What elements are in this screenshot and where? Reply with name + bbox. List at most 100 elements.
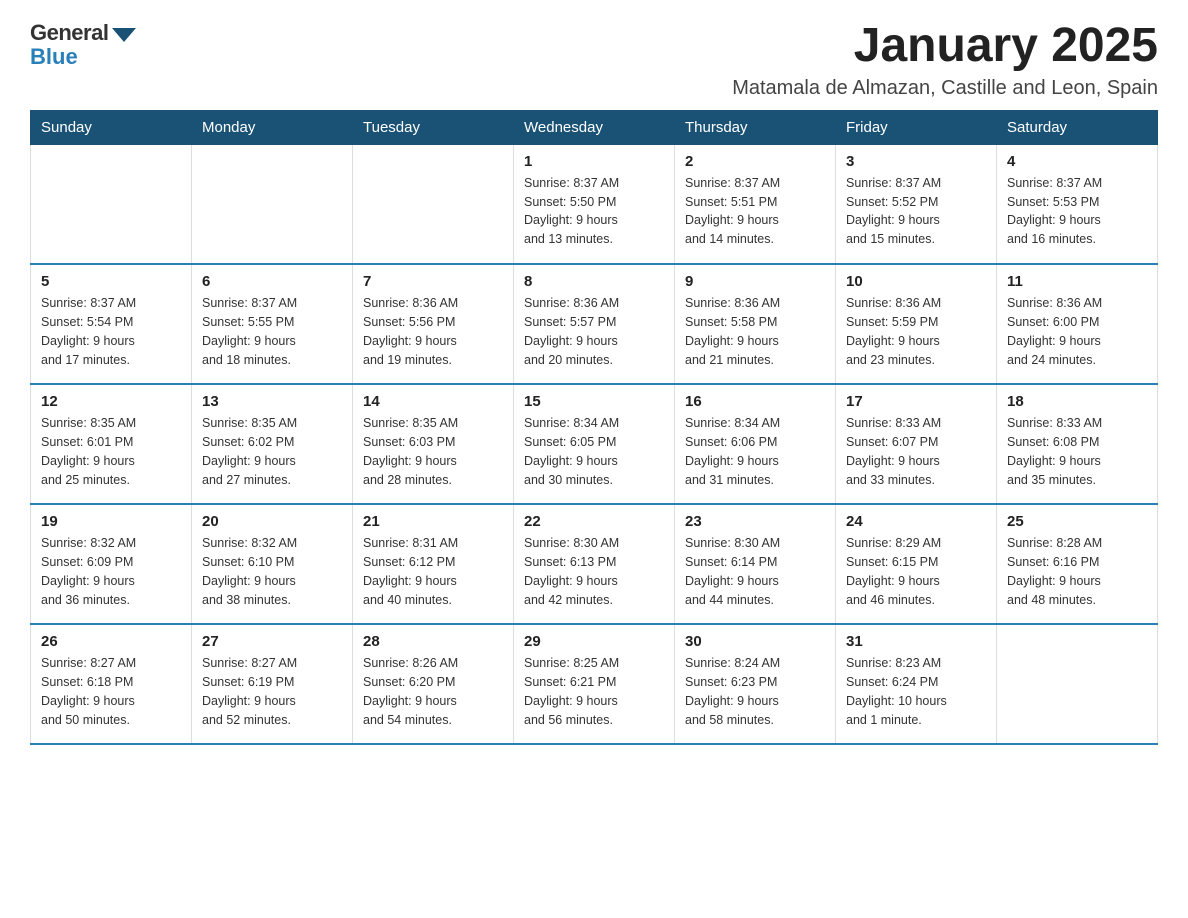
day-info: Sunrise: 8:36 AMSunset: 5:59 PMDaylight:… (846, 294, 986, 369)
day-info: Sunrise: 8:37 AMSunset: 5:52 PMDaylight:… (846, 174, 986, 249)
day-info: Sunrise: 8:34 AMSunset: 6:06 PMDaylight:… (685, 414, 825, 489)
calendar-cell: 21 Sunrise: 8:31 AMSunset: 6:12 PMDayligh… (353, 504, 514, 624)
day-number: 28 (363, 633, 503, 650)
logo-top: General (30, 20, 136, 46)
day-number: 27 (202, 633, 342, 650)
day-number: 1 (524, 153, 664, 170)
calendar-cell: 30 Sunrise: 8:24 AMSunset: 6:23 PMDayligh… (675, 624, 836, 744)
calendar-cell: 25Sunrise: 8:28 AMSunset: 6:16 PMDayligh… (997, 504, 1158, 624)
calendar-cell (192, 144, 353, 264)
weekday-header-row: SundayMondayTuesdayWednesdayThursdayFrid… (31, 110, 1158, 144)
day-number: 8 (524, 273, 664, 290)
day-number: 22 (524, 513, 664, 530)
calendar-cell: 18Sunrise: 8:33 AMSunset: 6:08 PMDayligh… (997, 384, 1158, 504)
calendar-week-row: 1Sunrise: 8:37 AMSunset: 5:50 PMDaylight… (31, 144, 1158, 264)
day-number: 9 (685, 273, 825, 290)
day-info: Sunrise: 8:37 AMSunset: 5:54 PMDaylight:… (41, 294, 181, 369)
weekday-header-thursday: Thursday (675, 110, 836, 144)
day-info: Sunrise: 8:34 AMSunset: 6:05 PMDaylight:… (524, 414, 664, 489)
day-number: 6 (202, 273, 342, 290)
calendar-cell (353, 144, 514, 264)
calendar-cell: 19 Sunrise: 8:32 AMSunset: 6:09 PMDayligh… (31, 504, 192, 624)
day-info: Sunrise: 8:36 AMSunset: 6:00 PMDaylight:… (1007, 294, 1147, 369)
day-number: 31 (846, 633, 986, 650)
calendar-cell: 3 Sunrise: 8:37 AMSunset: 5:52 PMDaylight… (836, 144, 997, 264)
day-number: 15 (524, 393, 664, 410)
day-info: Sunrise: 8:35 AMSunset: 6:01 PMDaylight:… (41, 414, 181, 489)
calendar-week-row: 5 Sunrise: 8:37 AMSunset: 5:54 PMDaylight… (31, 264, 1158, 384)
day-number: 21 (363, 513, 503, 530)
calendar-cell (997, 624, 1158, 744)
day-info: Sunrise: 8:31 AMSunset: 6:12 PMDaylight:… (363, 534, 503, 609)
day-info: Sunrise: 8:35 AMSunset: 6:03 PMDaylight:… (363, 414, 503, 489)
calendar-cell: 28Sunrise: 8:26 AMSunset: 6:20 PMDayligh… (353, 624, 514, 744)
weekday-header-friday: Friday (836, 110, 997, 144)
calendar-cell: 8 Sunrise: 8:36 AMSunset: 5:57 PMDaylight… (514, 264, 675, 384)
calendar-cell: 11 Sunrise: 8:36 AMSunset: 6:00 PMDayligh… (997, 264, 1158, 384)
day-info: Sunrise: 8:32 AMSunset: 6:10 PMDaylight:… (202, 534, 342, 609)
calendar-cell: 2 Sunrise: 8:37 AMSunset: 5:51 PMDaylight… (675, 144, 836, 264)
calendar-cell: 16 Sunrise: 8:34 AMSunset: 6:06 PMDayligh… (675, 384, 836, 504)
day-info: Sunrise: 8:36 AMSunset: 5:57 PMDaylight:… (524, 294, 664, 369)
day-number: 20 (202, 513, 342, 530)
day-info: Sunrise: 8:23 AMSunset: 6:24 PMDaylight:… (846, 654, 986, 729)
day-number: 3 (846, 153, 986, 170)
day-number: 7 (363, 273, 503, 290)
calendar-cell: 13Sunrise: 8:35 AMSunset: 6:02 PMDayligh… (192, 384, 353, 504)
day-info: Sunrise: 8:27 AMSunset: 6:19 PMDaylight:… (202, 654, 342, 729)
calendar-week-row: 19 Sunrise: 8:32 AMSunset: 6:09 PMDayligh… (31, 504, 1158, 624)
logo-blue-text: Blue (30, 44, 78, 70)
calendar-cell: 26 Sunrise: 8:27 AMSunset: 6:18 PMDayligh… (31, 624, 192, 744)
calendar-cell: 12 Sunrise: 8:35 AMSunset: 6:01 PMDayligh… (31, 384, 192, 504)
day-info: Sunrise: 8:29 AMSunset: 6:15 PMDaylight:… (846, 534, 986, 609)
day-number: 17 (846, 393, 986, 410)
day-info: Sunrise: 8:36 AMSunset: 5:58 PMDaylight:… (685, 294, 825, 369)
logo-general-text: General (30, 20, 108, 46)
day-info: Sunrise: 8:24 AMSunset: 6:23 PMDaylight:… (685, 654, 825, 729)
day-number: 11 (1007, 273, 1147, 290)
day-number: 14 (363, 393, 503, 410)
calendar-cell: 22 Sunrise: 8:30 AMSunset: 6:13 PMDayligh… (514, 504, 675, 624)
day-number: 18 (1007, 393, 1147, 410)
title-area: January 2025 Matamala de Almazan, Castil… (732, 20, 1158, 100)
day-info: Sunrise: 8:27 AMSunset: 6:18 PMDaylight:… (41, 654, 181, 729)
location-subtitle: Matamala de Almazan, Castille and Leon, … (732, 77, 1158, 100)
day-number: 4 (1007, 153, 1147, 170)
day-info: Sunrise: 8:28 AMSunset: 6:16 PMDaylight:… (1007, 534, 1147, 609)
calendar-week-row: 12 Sunrise: 8:35 AMSunset: 6:01 PMDayligh… (31, 384, 1158, 504)
day-number: 19 (41, 513, 181, 530)
calendar-cell: 7 Sunrise: 8:36 AMSunset: 5:56 PMDaylight… (353, 264, 514, 384)
calendar-cell: 10Sunrise: 8:36 AMSunset: 5:59 PMDayligh… (836, 264, 997, 384)
day-info: Sunrise: 8:30 AMSunset: 6:13 PMDaylight:… (524, 534, 664, 609)
calendar-table: SundayMondayTuesdayWednesdayThursdayFrid… (30, 110, 1158, 746)
calendar-cell: 4 Sunrise: 8:37 AMSunset: 5:53 PMDaylight… (997, 144, 1158, 264)
weekday-header-sunday: Sunday (31, 110, 192, 144)
day-info: Sunrise: 8:32 AMSunset: 6:09 PMDaylight:… (41, 534, 181, 609)
day-number: 29 (524, 633, 664, 650)
day-info: Sunrise: 8:36 AMSunset: 5:56 PMDaylight:… (363, 294, 503, 369)
page-header: General Blue January 2025 Matamala de Al… (30, 20, 1158, 100)
logo: General Blue (30, 20, 136, 70)
day-info: Sunrise: 8:25 AMSunset: 6:21 PMDaylight:… (524, 654, 664, 729)
day-number: 26 (41, 633, 181, 650)
calendar-cell: 24Sunrise: 8:29 AMSunset: 6:15 PMDayligh… (836, 504, 997, 624)
calendar-cell: 6Sunrise: 8:37 AMSunset: 5:55 PMDaylight… (192, 264, 353, 384)
calendar-cell: 29 Sunrise: 8:25 AMSunset: 6:21 PMDayligh… (514, 624, 675, 744)
day-number: 16 (685, 393, 825, 410)
calendar-cell: 31 Sunrise: 8:23 AMSunset: 6:24 PMDayligh… (836, 624, 997, 744)
calendar-cell: 23Sunrise: 8:30 AMSunset: 6:14 PMDayligh… (675, 504, 836, 624)
day-number: 2 (685, 153, 825, 170)
calendar-cell: 20 Sunrise: 8:32 AMSunset: 6:10 PMDayligh… (192, 504, 353, 624)
day-info: Sunrise: 8:30 AMSunset: 6:14 PMDaylight:… (685, 534, 825, 609)
month-title: January 2025 (732, 20, 1158, 73)
day-number: 12 (41, 393, 181, 410)
calendar-week-row: 26 Sunrise: 8:27 AMSunset: 6:18 PMDayligh… (31, 624, 1158, 744)
calendar-cell: 1Sunrise: 8:37 AMSunset: 5:50 PMDaylight… (514, 144, 675, 264)
day-info: Sunrise: 8:37 AMSunset: 5:51 PMDaylight:… (685, 174, 825, 249)
calendar-cell: 5 Sunrise: 8:37 AMSunset: 5:54 PMDaylight… (31, 264, 192, 384)
day-info: Sunrise: 8:37 AMSunset: 5:53 PMDaylight:… (1007, 174, 1147, 249)
day-number: 5 (41, 273, 181, 290)
day-info: Sunrise: 8:33 AMSunset: 6:07 PMDaylight:… (846, 414, 986, 489)
day-number: 30 (685, 633, 825, 650)
weekday-header-wednesday: Wednesday (514, 110, 675, 144)
